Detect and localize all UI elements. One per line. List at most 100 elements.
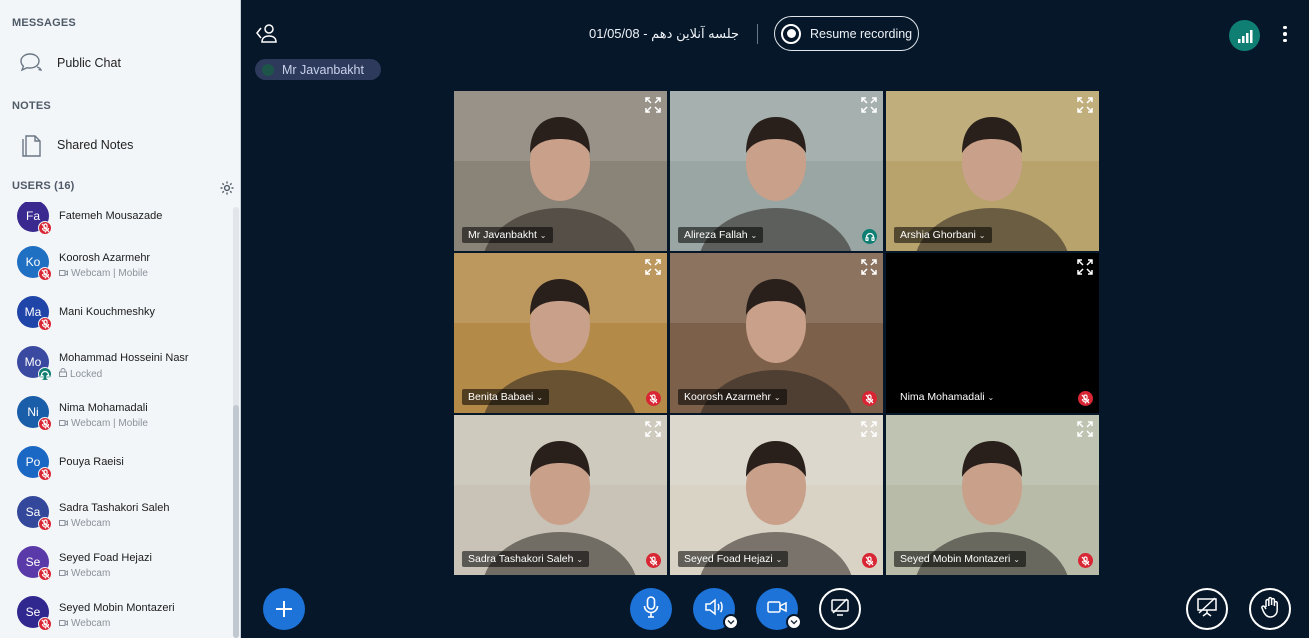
- muted-mic-icon: [38, 617, 52, 631]
- video-tile[interactable]: Alireza Fallah ⌄: [670, 91, 883, 251]
- user-status-sub: Webcam: [59, 618, 110, 629]
- video-tile[interactable]: Arshia Ghorbani ⌄: [886, 91, 1099, 251]
- connection-status-icon[interactable]: [1229, 20, 1260, 51]
- muted-mic-icon: [38, 317, 52, 331]
- fullscreen-icon[interactable]: [860, 96, 878, 114]
- user-name: Koorosh Azarmehr: [59, 252, 151, 264]
- fullscreen-icon[interactable]: [1076, 420, 1094, 438]
- chevron-down-icon: ⌄: [773, 393, 781, 402]
- video-participant-name[interactable]: Mr Javanbakht ⌄: [462, 227, 553, 243]
- resume-recording-button[interactable]: Resume recording: [774, 16, 919, 51]
- video-tile[interactable]: Koorosh Azarmehr ⌄: [670, 253, 883, 413]
- muted-mic-icon: [38, 221, 52, 235]
- video-tile[interactable]: Mr Javanbakht ⌄: [454, 91, 667, 251]
- user-list-item[interactable]: Mo Mohammad Hosseini Nasr Locked: [0, 346, 232, 396]
- screenshare-off-icon: [830, 597, 850, 621]
- resume-recording-label: Resume recording: [810, 26, 913, 41]
- top-bar: 01/05/08 - جلسه آنلاین دهم Resume record…: [241, 0, 1309, 62]
- muted-mic-icon: [38, 417, 52, 431]
- user-name: Sadra Tashakori Saleh: [59, 502, 170, 514]
- muted-mic-icon: [38, 517, 52, 531]
- muted-mic-icon: [862, 553, 877, 568]
- public-chat-label: Public Chat: [57, 56, 121, 70]
- video-participant-name[interactable]: Alireza Fallah ⌄: [678, 227, 764, 243]
- record-icon: [781, 23, 801, 44]
- video-tile[interactable]: Nima Mohamadali ⌄: [886, 253, 1099, 413]
- more-options-icon[interactable]: [1275, 22, 1295, 46]
- presentation-icon: [1196, 596, 1218, 622]
- video-participant-name[interactable]: Seyed Mobin Montazeri ⌄: [894, 551, 1026, 567]
- header-divider: [757, 24, 758, 44]
- webcam-icon: [59, 518, 68, 529]
- video-participant-name[interactable]: Arshia Ghorbani ⌄: [894, 227, 992, 243]
- lock-icon: [59, 368, 67, 380]
- video-participant-name[interactable]: Nima Mohamadali ⌄: [894, 389, 1001, 405]
- user-status-sub: Webcam: [59, 518, 110, 529]
- user-status-sub: Webcam | Mobile: [59, 268, 148, 279]
- user-list-item[interactable]: Ko Koorosh Azarmehr Webcam | Mobile: [0, 246, 232, 296]
- video-participant-name[interactable]: Seyed Foad Hejazi ⌄: [678, 551, 789, 567]
- fullscreen-icon[interactable]: [644, 420, 662, 438]
- fullscreen-icon[interactable]: [644, 258, 662, 276]
- fullscreen-icon[interactable]: [1076, 96, 1094, 114]
- sidebar: MESSAGES Public Chat NOTES Shared Notes …: [0, 0, 241, 638]
- video-tile[interactable]: Benita Babaei ⌄: [454, 253, 667, 413]
- presenter-name: Mr Javanbakht: [282, 62, 364, 77]
- user-status-sub: Locked: [59, 368, 102, 380]
- user-name: Pouya Raeisi: [59, 456, 124, 468]
- microphone-button[interactable]: [630, 588, 672, 630]
- video-tile[interactable]: Sadra Tashakori Saleh ⌄: [454, 415, 667, 575]
- presenter-indicator: Mr Javanbakht: [255, 59, 381, 80]
- user-list-scrollbar-thumb[interactable]: [233, 405, 239, 638]
- user-list-item[interactable]: Sa Sadra Tashakori Saleh Webcam: [0, 496, 232, 546]
- muted-mic-icon: [862, 391, 877, 406]
- chevron-down-icon: ⌄: [750, 231, 758, 240]
- video-participant-name[interactable]: Sadra Tashakori Saleh ⌄: [462, 551, 590, 567]
- user-status-sub: Webcam: [59, 568, 110, 579]
- messages-section-title: MESSAGES: [12, 17, 76, 29]
- public-chat-item[interactable]: Public Chat: [0, 43, 240, 83]
- meeting-title: 01/05/08 - جلسه آنلاین دهم: [589, 26, 740, 41]
- hand-icon: [1261, 596, 1279, 623]
- video-tile[interactable]: Seyed Foad Hejazi ⌄: [670, 415, 883, 575]
- microphone-icon: [643, 595, 659, 623]
- talking-indicator-dot: [262, 63, 274, 76]
- chat-bubbles-icon: [16, 48, 46, 78]
- video-tile[interactable]: Seyed Mobin Montazeri ⌄: [886, 415, 1099, 575]
- fullscreen-icon[interactable]: [860, 258, 878, 276]
- user-list-item[interactable]: Fa Fatemeh Mousazade: [0, 202, 232, 250]
- video-participant-name[interactable]: Benita Babaei ⌄: [462, 389, 550, 405]
- shared-notes-item[interactable]: Shared Notes: [0, 125, 240, 165]
- raise-hand-button[interactable]: [1249, 588, 1291, 630]
- fullscreen-icon[interactable]: [1076, 258, 1094, 276]
- users-section-title: USERS (16): [12, 180, 75, 192]
- webcam-icon: [59, 568, 68, 579]
- user-list-item[interactable]: Se Seyed Mobin Montazeri Webcam: [0, 596, 232, 638]
- audio-options-caret[interactable]: [723, 614, 739, 630]
- chevron-down-icon: ⌄: [1013, 555, 1020, 564]
- muted-mic-icon: [38, 467, 52, 481]
- user-name: Nima Mohamadali: [59, 402, 148, 414]
- user-list-item[interactable]: Ni Nima Mohamadali Webcam | Mobile: [0, 396, 232, 446]
- user-list-item[interactable]: Se Seyed Foad Hejazi Webcam: [0, 546, 232, 596]
- presentation-button[interactable]: [1186, 588, 1228, 630]
- actions-plus-button[interactable]: [263, 588, 305, 630]
- chevron-down-icon: ⌄: [775, 555, 783, 564]
- headset-icon: [38, 367, 52, 381]
- muted-mic-icon: [646, 553, 661, 568]
- app-root: MESSAGES Public Chat NOTES Shared Notes …: [0, 0, 1309, 638]
- document-icon: [16, 130, 46, 160]
- toggle-userlist-button[interactable]: [255, 22, 279, 44]
- webcam-options-caret[interactable]: [786, 614, 802, 630]
- user-list-item[interactable]: Ma Mani Kouchmeshky: [0, 296, 232, 346]
- screenshare-button[interactable]: [819, 588, 861, 630]
- chevron-down-icon: ⌄: [539, 231, 547, 240]
- shared-notes-label: Shared Notes: [57, 138, 134, 152]
- muted-mic-icon: [38, 267, 52, 281]
- gear-icon[interactable]: [219, 180, 235, 196]
- muted-mic-icon: [1078, 391, 1093, 406]
- user-list-item[interactable]: Po Pouya Raeisi: [0, 446, 232, 496]
- video-participant-name[interactable]: Koorosh Azarmehr ⌄: [678, 389, 787, 405]
- fullscreen-icon[interactable]: [644, 96, 662, 114]
- fullscreen-icon[interactable]: [860, 420, 878, 438]
